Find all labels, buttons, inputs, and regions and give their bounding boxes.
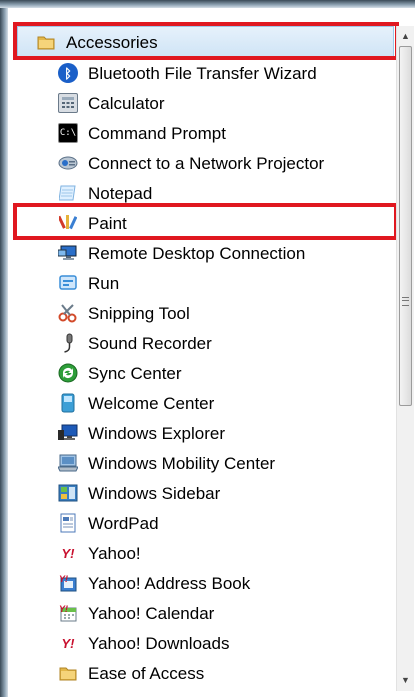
- yahoo-icon: Y!: [61, 545, 75, 561]
- menu-item-label: Calculator: [88, 94, 165, 113]
- scrollbar-grip-icon: [402, 297, 409, 306]
- yahoo-downloads-icon: Y!: [61, 635, 75, 651]
- menu-item-label: Sync Center: [88, 364, 182, 383]
- menu-item-calculator[interactable]: Calculator: [11, 88, 396, 118]
- menu-item-yahoo[interactable]: Y! Yahoo!: [11, 538, 396, 568]
- folder-icon: [58, 663, 78, 683]
- menu-item-label: Notepad: [88, 184, 153, 203]
- menu-item-label: Command Prompt: [88, 124, 226, 143]
- scroll-up-arrow-icon[interactable]: ▲: [397, 28, 414, 45]
- notepad-icon: [58, 183, 78, 203]
- menu-item-label: Yahoo! Calendar: [88, 604, 215, 623]
- scroll-down-arrow-icon[interactable]: ▼: [397, 672, 414, 689]
- programs-list: Accessories ᛒ Bluetooth File Transfer Wi…: [11, 26, 396, 691]
- menu-item-label: Remote Desktop Connection: [88, 244, 306, 263]
- bluetooth-icon: ᛒ: [58, 63, 78, 83]
- paint-icon: [58, 213, 78, 233]
- menu-item-paint[interactable]: Paint: [11, 208, 396, 238]
- menu-item-command-prompt[interactable]: C:\ Command Prompt: [11, 118, 396, 148]
- menu-item-welcome-center[interactable]: Welcome Center: [11, 388, 396, 418]
- run-icon: [58, 273, 78, 293]
- menu-item-label: Yahoo! Downloads: [88, 634, 230, 653]
- menu-item-remote-desktop[interactable]: Remote Desktop Connection: [11, 238, 396, 268]
- mobility-center-icon: [58, 453, 78, 473]
- folder-icon: [36, 32, 56, 52]
- yahoo-address-book-icon: Y!: [58, 573, 78, 593]
- menu-item-notepad[interactable]: Notepad: [11, 178, 396, 208]
- menu-item-label: WordPad: [88, 514, 159, 533]
- menu-item-yahoo-address-book[interactable]: Y! Yahoo! Address Book: [11, 568, 396, 598]
- menu-item-yahoo-downloads[interactable]: Y! Yahoo! Downloads: [11, 628, 396, 658]
- svg-text:Y!: Y!: [59, 574, 68, 584]
- snipping-tool-icon: [58, 303, 78, 323]
- menu-item-label: Snipping Tool: [88, 304, 190, 323]
- menu-item-mobility-center[interactable]: Windows Mobility Center: [11, 448, 396, 478]
- menu-item-sound-recorder[interactable]: Sound Recorder: [11, 328, 396, 358]
- wordpad-icon: [58, 513, 78, 533]
- folder-ease-of-access-label: Ease of Access: [88, 664, 205, 683]
- menu-item-label: Windows Explorer: [88, 424, 225, 443]
- menu-item-label: Sound Recorder: [88, 334, 212, 353]
- calculator-icon: [58, 93, 78, 113]
- scrollbar-thumb[interactable]: [399, 46, 412, 406]
- folder-accessories[interactable]: Accessories: [17, 26, 394, 58]
- microphone-icon: [58, 333, 78, 353]
- network-projector-icon: [58, 153, 78, 173]
- menu-item-label: Bluetooth File Transfer Wizard: [88, 64, 317, 83]
- windows-explorer-icon: [58, 423, 78, 443]
- menu-item-bluetooth[interactable]: ᛒ Bluetooth File Transfer Wizard: [11, 58, 396, 88]
- menu-item-snipping-tool[interactable]: Snipping Tool: [11, 298, 396, 328]
- windows-sidebar-icon: [58, 483, 78, 503]
- menu-item-windows-explorer[interactable]: Windows Explorer: [11, 418, 396, 448]
- menu-item-label: Run: [88, 274, 120, 293]
- menu-item-sync-center[interactable]: Sync Center: [11, 358, 396, 388]
- menu-item-network-projector[interactable]: Connect to a Network Projector: [11, 148, 396, 178]
- menu-item-yahoo-calendar[interactable]: Y! Yahoo! Calendar: [11, 598, 396, 628]
- menu-item-label: Welcome Center: [88, 394, 215, 413]
- sync-icon: [58, 363, 78, 383]
- menu-item-label: Yahoo! Address Book: [88, 574, 251, 593]
- menu-item-label: Windows Mobility Center: [88, 454, 276, 473]
- menu-item-windows-sidebar[interactable]: Windows Sidebar: [11, 478, 396, 508]
- command-prompt-icon: C:\: [58, 123, 78, 143]
- menu-item-label: Yahoo!: [88, 544, 141, 563]
- remote-desktop-icon: [58, 243, 78, 263]
- start-menu-programs-panel: Accessories ᛒ Bluetooth File Transfer Wi…: [0, 0, 415, 697]
- menu-item-run[interactable]: Run: [11, 268, 396, 298]
- menu-item-label: Paint: [88, 214, 127, 233]
- svg-text:Y!: Y!: [59, 604, 68, 614]
- welcome-center-icon: [58, 393, 78, 413]
- vertical-scrollbar[interactable]: ▲ ▼: [396, 26, 414, 691]
- menu-item-wordpad[interactable]: WordPad: [11, 508, 396, 538]
- folder-accessories-label: Accessories: [66, 33, 158, 52]
- menu-item-label: Connect to a Network Projector: [88, 154, 325, 173]
- yahoo-calendar-icon: Y!: [58, 603, 78, 623]
- menu-item-label: Windows Sidebar: [88, 484, 221, 503]
- folder-ease-of-access[interactable]: Ease of Access: [11, 658, 396, 688]
